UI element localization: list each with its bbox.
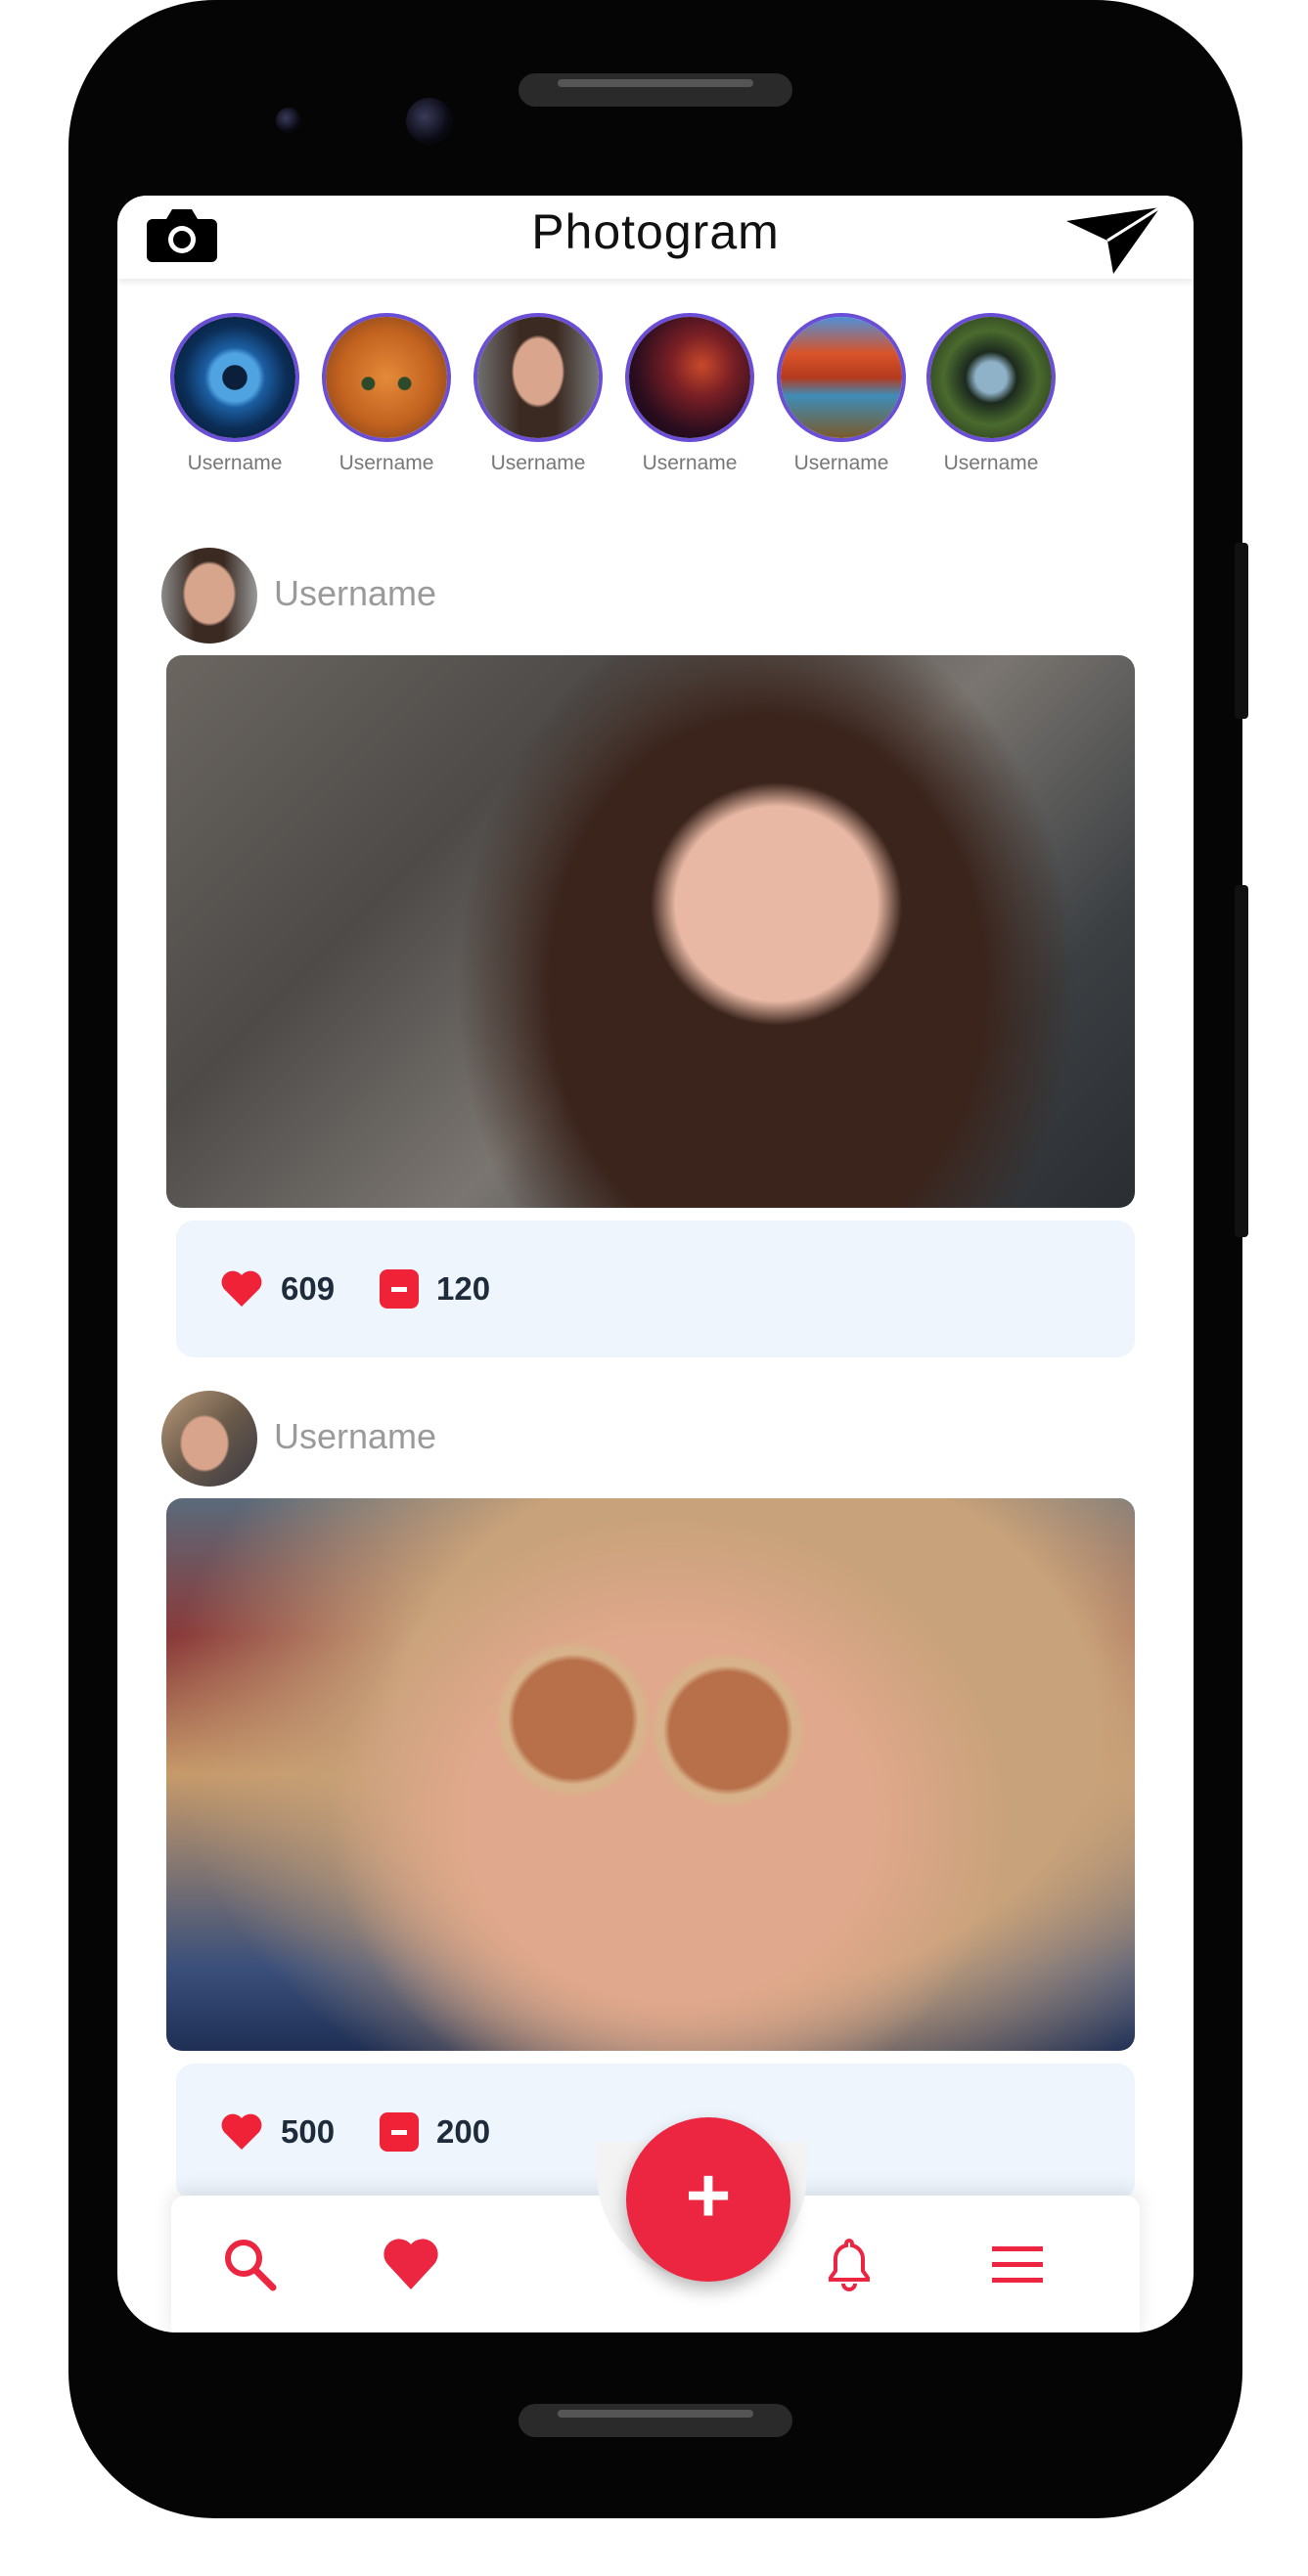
story-username: Username [642,452,738,474]
top-speaker [519,73,792,107]
story-username: Username [943,452,1039,474]
send-icon[interactable] [1064,203,1162,277]
like-stat[interactable]: 609 [220,1267,335,1310]
post-image[interactable] [166,1498,1135,2051]
cat-photo [326,317,447,438]
story-item[interactable]: Username [621,313,758,475]
volume-button [1235,543,1248,719]
story-item[interactable]: Username [318,313,455,475]
heart-icon[interactable] [220,2112,263,2152]
menu-icon[interactable] [988,2235,1047,2293]
story-username: Username [187,452,283,474]
power-button [1235,885,1248,1237]
search-icon[interactable] [220,2235,279,2293]
sensor-icon [276,108,301,133]
story-username: Username [793,452,889,474]
story-item[interactable]: Username [773,313,910,475]
post-username[interactable]: Username [274,573,436,614]
post-username[interactable]: Username [274,1416,436,1457]
bottom-speaker [519,2404,792,2437]
app-title: Photogram [531,204,780,259]
story-username: Username [490,452,586,474]
comment-stat[interactable]: 120 [380,1267,490,1310]
like-count: 500 [281,2113,336,2150]
woman-portrait-photo [166,655,1135,1208]
comment-count: 120 [436,1270,491,1307]
app-screen: Photogram Username Username Username Use… [117,196,1194,2332]
comment-icon[interactable] [380,1269,419,1309]
app-header: Photogram [117,196,1194,279]
post-stats: 609 120 [176,1221,1135,1357]
like-count: 609 [281,1270,336,1307]
comment-stat[interactable]: 200 [380,2110,490,2154]
bottom-nav: + [171,2117,1140,2332]
stories-row: Username Username Username Username User… [117,313,1194,489]
woman-photo [477,317,599,438]
bridge-reflection-photo [930,317,1052,438]
autumn-lake-photo [781,317,902,438]
comment-icon[interactable] [380,2112,419,2152]
bell-icon[interactable] [820,2235,879,2293]
front-camera-icon [406,98,453,145]
comment-count: 200 [436,2113,491,2150]
eye-photo [174,317,295,438]
story-item[interactable]: Username [470,313,607,475]
avatar[interactable] [161,1391,257,1487]
story-item[interactable]: Username [923,313,1060,475]
add-post-button[interactable]: + [626,2117,790,2282]
avatar[interactable] [161,548,257,644]
woman-sunglasses-photo [166,1498,1135,2051]
heart-icon[interactable] [382,2235,440,2293]
heart-icon[interactable] [220,1269,263,1309]
night-sky-photo [629,317,750,438]
post-image[interactable] [166,655,1135,1208]
story-item[interactable]: Username [166,313,303,475]
like-stat[interactable]: 500 [220,2110,335,2154]
story-username: Username [338,452,434,474]
